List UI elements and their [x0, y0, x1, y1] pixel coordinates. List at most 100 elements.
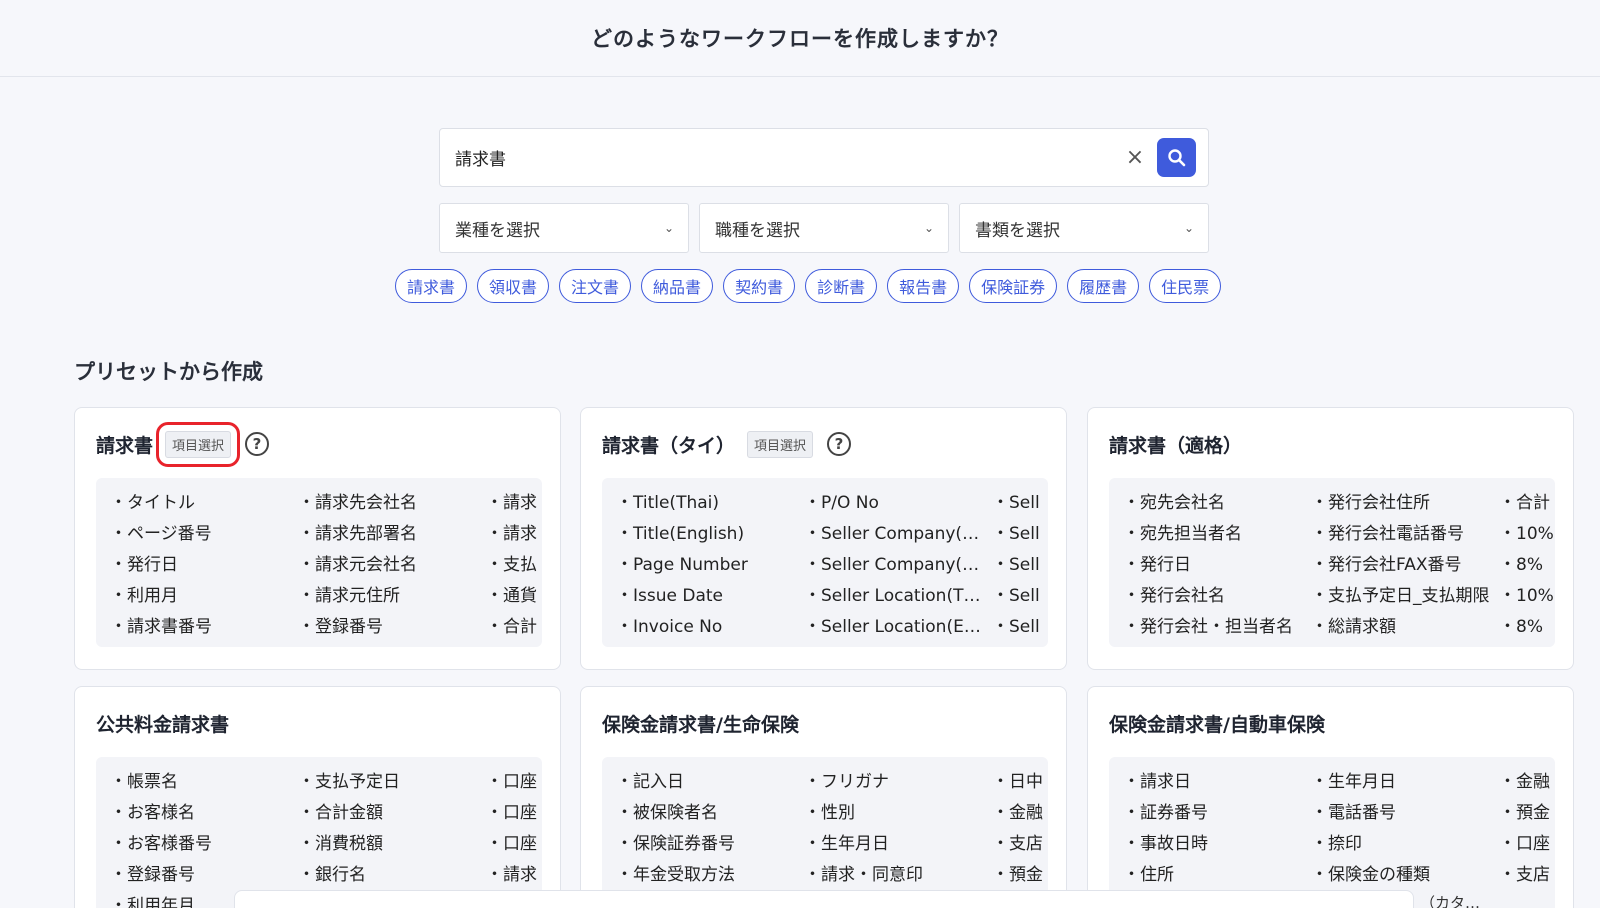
field-item: ・保険証券番号 — [616, 834, 735, 854]
chip[interactable]: 住民票 — [1149, 269, 1222, 303]
field-item: ・請求先会社名 — [298, 493, 417, 513]
field-item: ・タイトル — [110, 493, 195, 513]
help-icon[interactable]: ? — [827, 432, 852, 456]
field-item: ・Sell — [992, 586, 1040, 606]
field-list: ・記入日 ・被保険者名 ・保険証券番号 ・年金受取方法 ・フリガナ ・性別 ・生… — [602, 757, 1048, 908]
field-item: ・請求日 — [1123, 772, 1191, 792]
field-select-tag[interactable]: 項目選択 — [156, 421, 241, 467]
field-item: ・Invoice No — [616, 617, 723, 637]
field-item: ・金融 — [992, 803, 1043, 823]
search-input[interactable] — [455, 147, 1121, 168]
chip[interactable]: 納品書 — [641, 269, 714, 303]
preset-card[interactable]: 保険金請求書/自動車保険 ・請求日 ・証券番号 ・事故日時 ・住所 ・生年月日 … — [1087, 686, 1574, 908]
chevron-down-icon: ⌄ — [923, 221, 934, 235]
field-item: ・Page Number — [616, 555, 748, 575]
card-title: 請求書 — [96, 434, 154, 457]
field-item: ・8% — [1499, 617, 1543, 637]
chip[interactable]: 契約書 — [723, 269, 796, 303]
chevron-down-icon: ⌄ — [663, 221, 674, 235]
field-item: ・フリガナ — [804, 772, 889, 792]
field-item: ・住所 — [1123, 865, 1174, 885]
truncated-field: （カタ… — [1420, 894, 1481, 908]
field-item: ・総請求額 — [1311, 617, 1396, 637]
field-item: ・お客様番号 — [110, 834, 212, 854]
field-item: ・口座 — [486, 803, 537, 823]
preset-card[interactable]: 請求書（タイ） 項目選択 ? ・Title(Thai) ・Title(Engli… — [580, 407, 1067, 670]
field-item: ・金融 — [1499, 772, 1550, 792]
chip[interactable]: 注文書 — [559, 269, 632, 303]
field-item: ・合計 — [1499, 493, 1550, 513]
chip[interactable]: 履歴書 — [1067, 269, 1140, 303]
field-item: ・P/O No — [804, 493, 879, 513]
field-item: ・請求元会社名 — [298, 555, 417, 575]
field-item: ・利用月 — [110, 586, 178, 606]
industry-select-label: 業種を選択 — [455, 220, 540, 241]
field-item: ・発行会社名 — [1123, 586, 1225, 606]
search-button[interactable] — [1157, 138, 1196, 177]
preset-card[interactable]: 請求書（適格） ・宛先会社名 ・宛先担当者名 ・発行日 ・発行会社名 ・発行会社… — [1087, 407, 1574, 670]
field-item: ・発行日 — [110, 555, 178, 575]
field-item: ・合計金額 — [298, 803, 383, 823]
industry-select[interactable]: 業種を選択 ⌄ — [439, 203, 689, 253]
field-item: ・Sell — [992, 555, 1040, 575]
field-item: ・発行会社・担当者名 — [1123, 617, 1293, 637]
job-select[interactable]: 職種を選択 ⌄ — [699, 203, 949, 253]
job-select-label: 職種を選択 — [715, 220, 800, 241]
field-item: ・銀行名 — [298, 865, 366, 885]
search-box: × — [439, 128, 1209, 187]
chip[interactable]: 保険証券 — [969, 269, 1058, 303]
card-title: 請求書（タイ） — [602, 434, 736, 457]
field-list: ・宛先会社名 ・宛先担当者名 ・発行日 ・発行会社名 ・発行会社・担当者名 ・発… — [1109, 478, 1555, 647]
preset-card[interactable]: 請求書 項目選択 ? ・タイトル ・ページ番号 ・発行日 ・利用月 ・請求書番号… — [74, 407, 561, 670]
card-title: 保険金請求書/生命保険 — [602, 713, 799, 736]
field-item: ・請求 — [486, 865, 537, 885]
field-item: ・お客様名 — [110, 803, 195, 823]
field-item: ・8% — [1499, 555, 1543, 575]
field-item: ・捺印 — [1311, 834, 1362, 854]
field-item: ・日中 — [992, 772, 1043, 792]
preset-card[interactable]: 保険金請求書/生命保険 ・記入日 ・被保険者名 ・保険証券番号 ・年金受取方法 … — [580, 686, 1067, 908]
field-item: ・Sell — [992, 493, 1040, 513]
document-select[interactable]: 書類を選択 ⌄ — [959, 203, 1209, 253]
search-icon — [1167, 148, 1185, 166]
field-item: ・通貨 — [486, 586, 537, 606]
page-title: どのようなワークフローを作成しますか？ — [591, 27, 1009, 51]
clear-icon[interactable]: × — [1121, 144, 1149, 172]
chip[interactable]: 報告書 — [887, 269, 960, 303]
document-select-label: 書類を選択 — [975, 220, 1060, 241]
chip[interactable]: 請求書 — [395, 269, 468, 303]
field-item: ・預金 — [1499, 803, 1550, 823]
help-icon[interactable]: ? — [245, 432, 270, 456]
field-item: ・Issue Date — [616, 586, 723, 606]
field-select-tag[interactable]: 項目選択 — [747, 430, 814, 458]
field-list: ・Title(Thai) ・Title(English) ・Page Numbe… — [602, 478, 1048, 647]
field-item: ・支店 — [992, 834, 1043, 854]
field-item: ・発行会社FAX番号 — [1311, 555, 1462, 575]
field-item: ・帳票名 — [110, 772, 178, 792]
field-item: ・発行会社住所 — [1311, 493, 1430, 513]
field-item: ・支店 — [1499, 865, 1550, 885]
field-item: ・Title(Thai) — [616, 493, 719, 513]
field-item: ・電話番号 — [1311, 803, 1396, 823]
chip[interactable]: 診断書 — [805, 269, 878, 303]
keyword-chips: 請求書 領収書 注文書 納品書 契約書 診断書 報告書 保険証券 履歴書 住民票 — [395, 269, 1255, 303]
field-item: ・口座 — [486, 834, 537, 854]
field-item: ・事故日時 — [1123, 834, 1208, 854]
field-item: ・被保険者名 — [616, 803, 718, 823]
field-list: ・請求日 ・証券番号 ・事故日時 ・住所 ・生年月日 ・電話番号 ・捺印 ・保険… — [1109, 757, 1555, 908]
chip[interactable]: 領収書 — [477, 269, 550, 303]
field-item: ・口座 — [1499, 834, 1550, 854]
field-item: ・請求書番号 — [110, 617, 212, 637]
field-item: ・口座 — [486, 772, 537, 792]
field-item: ・Sell — [992, 617, 1040, 637]
field-item: ・請求先部署名 — [298, 524, 417, 544]
field-item: ・合計 — [486, 617, 537, 637]
chevron-down-icon: ⌄ — [1183, 221, 1194, 235]
field-item: ・性別 — [804, 803, 855, 823]
field-item: ・年金受取方法 — [616, 865, 735, 885]
preset-card[interactable]: 公共料金請求書 ・帳票名 ・お客様名 ・お客様番号 ・登録番号 ・利用年月 ・支… — [74, 686, 561, 908]
field-item: ・支払予定日 — [298, 772, 400, 792]
field-item: ・登録番号 — [298, 617, 383, 637]
field-item: ・請求 — [486, 524, 537, 544]
field-item: ・発行日 — [1123, 555, 1191, 575]
